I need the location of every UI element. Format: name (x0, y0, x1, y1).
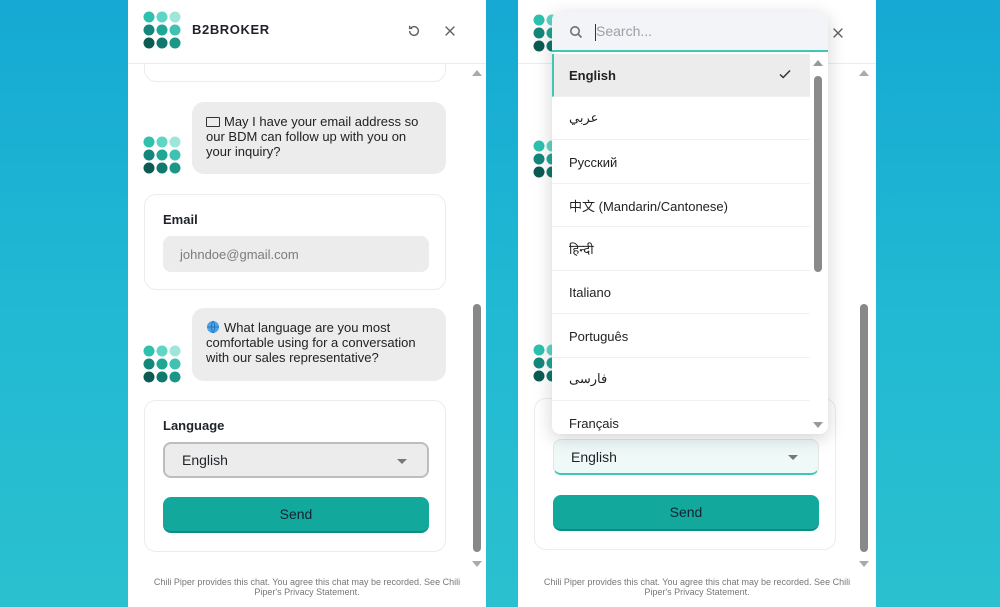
scroll-thumb[interactable] (473, 304, 481, 552)
language-dropdown: Search... English عربي Русский 中文 (Manda… (552, 12, 828, 434)
scroll-up-icon[interactable] (813, 60, 823, 66)
brand-name: B2BROKER (192, 22, 270, 37)
language-question-bubble: What language are you most comfortable u… (192, 308, 446, 381)
email-question-text: May I have your email address so our BDM… (206, 114, 419, 159)
language-question-text: What language are you most comfortable u… (206, 320, 416, 365)
option-italian[interactable]: Italiano (552, 271, 810, 314)
scroll-down-icon[interactable] (813, 422, 823, 428)
close-icon[interactable] (827, 22, 849, 44)
option-french[interactable]: Français (552, 402, 810, 434)
language-select-value: English (182, 452, 228, 468)
scroll-up-icon[interactable] (472, 70, 482, 76)
language-search-input[interactable]: Search... (552, 12, 828, 52)
brand-logo-icon (143, 11, 181, 49)
refresh-icon[interactable] (403, 20, 425, 42)
chat-scrollbar[interactable] (471, 64, 483, 569)
scroll-down-icon[interactable] (859, 561, 869, 567)
close-icon[interactable] (439, 20, 461, 42)
option-portuguese[interactable]: Português (552, 315, 810, 358)
envelope-icon (206, 117, 220, 127)
chat-scroll-area: May I have your email address so our BDM… (128, 64, 486, 567)
scroll-thumb[interactable] (814, 76, 822, 272)
email-label: Email (163, 212, 198, 227)
bot-avatar-icon (143, 136, 181, 174)
footer-disclaimer: Chili Piper provides this chat. You agre… (543, 577, 851, 597)
language-label: Language (163, 418, 225, 433)
email-question-bubble: May I have your email address so our BDM… (192, 102, 446, 174)
chevron-down-icon (788, 455, 798, 460)
dropdown-scrollbar[interactable] (810, 54, 828, 434)
email-field[interactable]: johndoe@gmail.com (163, 236, 429, 272)
language-select-value: English (571, 448, 617, 465)
language-select[interactable]: English (553, 439, 819, 475)
option-arabic[interactable]: عربي (552, 97, 810, 140)
bot-avatar-icon (143, 345, 181, 383)
option-label: हिन्दी (569, 242, 594, 257)
scroll-down-icon[interactable] (472, 561, 482, 567)
option-english[interactable]: English (552, 54, 810, 97)
search-placeholder: Search... (596, 23, 653, 39)
option-russian[interactable]: Русский (552, 141, 810, 184)
language-card: Language English Send (144, 400, 446, 552)
option-hindi[interactable]: हिन्दी (552, 228, 810, 271)
option-chinese[interactable]: 中文 (Mandarin/Cantonese) (552, 184, 810, 227)
chat-panel-right: English Send Search... English عربي Русс… (518, 0, 876, 607)
chat-scrollbar[interactable] (858, 64, 870, 569)
previous-card (144, 64, 446, 82)
chat-panel-left: B2BROKER May I have your email address s… (128, 0, 486, 607)
option-label: فارسی (569, 371, 608, 386)
option-farsi[interactable]: فارسی (552, 358, 810, 401)
option-label: Русский (569, 154, 618, 170)
language-options-list: English عربي Русский 中文 (Mandarin/Canton… (552, 54, 810, 434)
email-card: Email johndoe@gmail.com (144, 194, 446, 290)
footer-disclaimer: Chili Piper provides this chat. You agre… (153, 577, 461, 597)
option-label: 中文 (Mandarin/Cantonese) (569, 198, 728, 214)
check-icon (779, 69, 791, 79)
scroll-up-icon[interactable] (859, 70, 869, 76)
option-label: Italiano (569, 284, 611, 300)
send-button[interactable]: Send (553, 495, 819, 531)
search-icon (570, 26, 583, 39)
globe-icon (207, 320, 219, 334)
send-button[interactable]: Send (163, 497, 429, 533)
text-cursor (595, 24, 596, 41)
scroll-thumb[interactable] (860, 304, 868, 552)
option-label: Português (569, 328, 629, 344)
chevron-down-icon (397, 459, 407, 464)
language-select[interactable]: English (163, 442, 429, 478)
chat-header: B2BROKER (128, 0, 486, 64)
option-label: عربي (569, 110, 599, 125)
option-label: Français (569, 415, 619, 431)
option-label: English (569, 67, 616, 83)
